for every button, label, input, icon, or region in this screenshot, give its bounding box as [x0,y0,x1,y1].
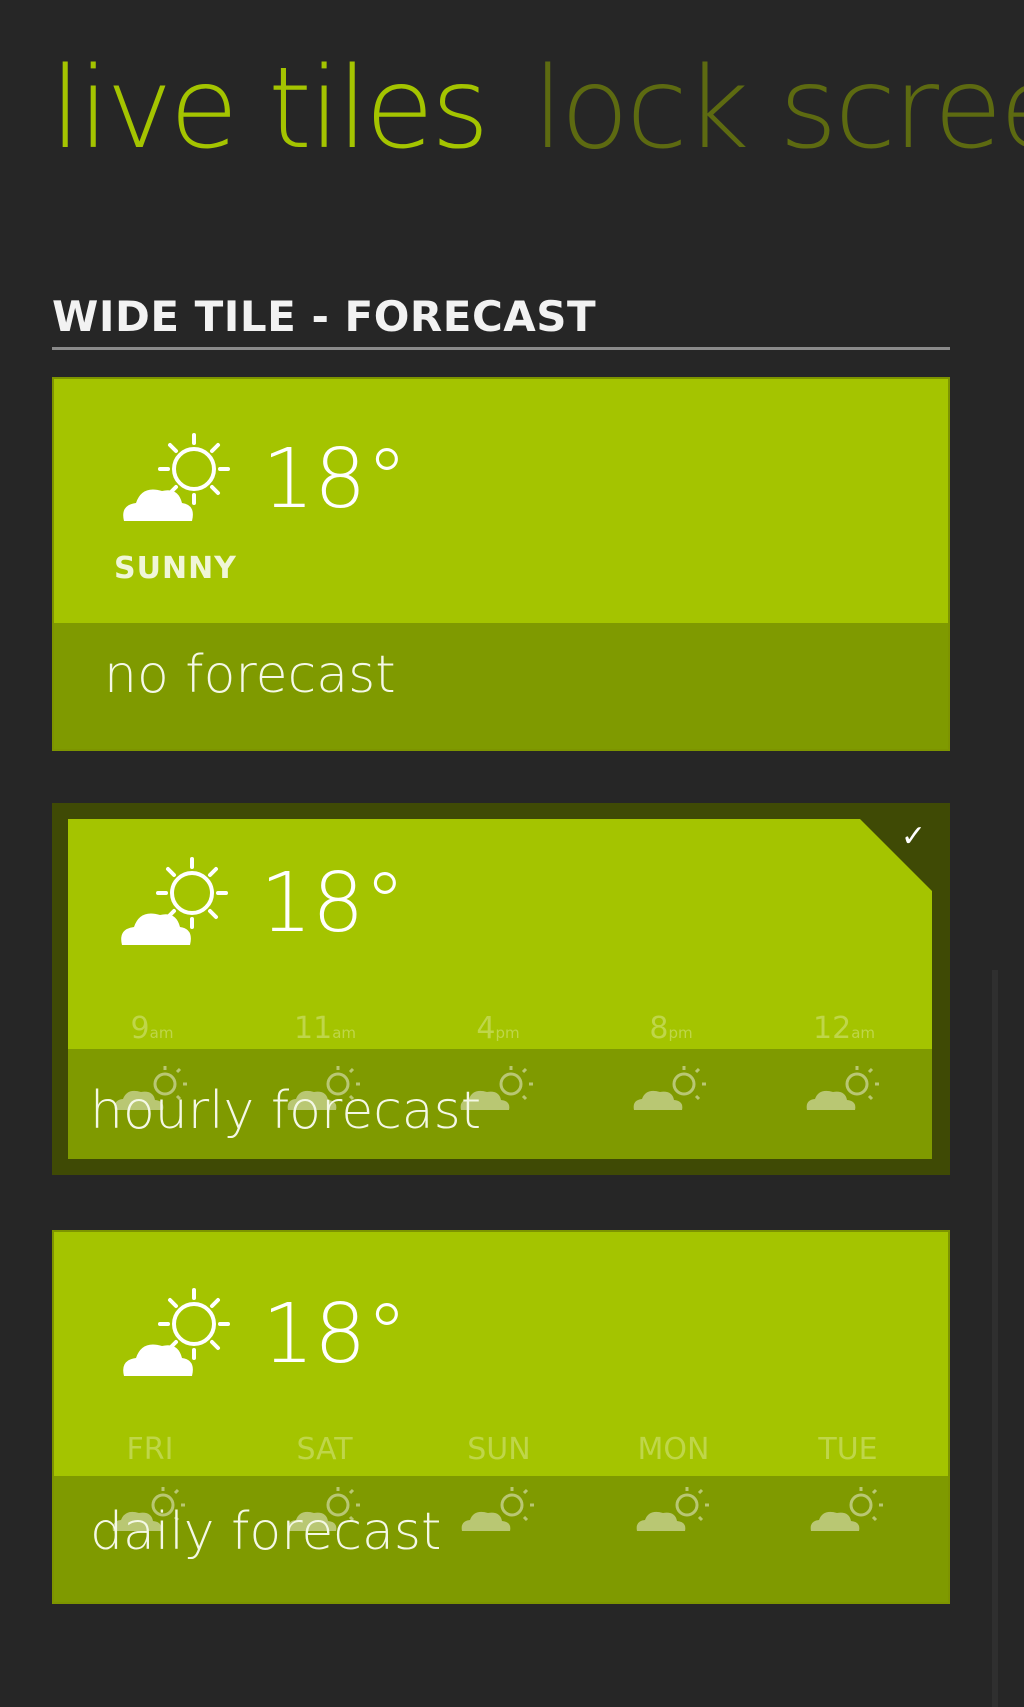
partly-sunny-icon [806,1066,879,1110]
forecast-time-suffix: am [149,1024,174,1042]
temperature: 18° [260,855,406,951]
forecast-time: 9 [130,1011,150,1046]
temperature: 18° [262,431,408,527]
partly-sunny-icon [810,1487,883,1531]
section-title: WIDE TILE - FORECAST [52,292,950,350]
forecast-item: 12am [784,1011,904,1112]
partly-sunny-icon [121,857,228,945]
tile-label: no forecast [104,645,396,705]
forecast-day: SUN [467,1432,531,1467]
tile-no-forecast[interactable]: 18° SUNNY no forecast [52,377,950,751]
pivot-header: live tiles lock screen [50,47,1024,171]
tile-label: hourly forecast [90,1081,482,1141]
tile-label: daily forecast [90,1502,442,1562]
forecast-day: MON [637,1432,710,1467]
app-root: live tiles lock screen WIDE TILE - FORECA… [0,0,1024,1707]
forecast-item: TUE [788,1432,908,1533]
tile-weather-header: 18° [114,1284,407,1384]
tile-option-daily-forecast[interactable]: 18° FRI SAT SUN MON TUE daily forecast [52,1230,950,1604]
temperature: 18° [262,1286,408,1382]
tile-option-hourly-forecast[interactable]: 18° 9am 11am 4pm 8pm 12am hourly forecas… [52,803,950,1175]
partly-sunny-icon [123,1288,230,1376]
forecast-item: SUN [439,1432,559,1533]
forecast-time: 8 [649,1011,669,1046]
partly-sunny-icon [123,433,230,521]
forecast-time-suffix: am [332,1024,356,1042]
forecast-day: TUE [818,1432,878,1467]
tile-hourly-forecast[interactable]: 18° 9am 11am 4pm 8pm 12am hourly forecas… [68,819,932,1159]
weather-condition: SUNNY [114,551,237,586]
tile-option-no-forecast[interactable]: 18° SUNNY no forecast [52,377,950,751]
forecast-time: 4 [476,1011,496,1046]
forecast-item: MON [614,1432,734,1533]
tile-daily-forecast[interactable]: 18° FRI SAT SUN MON TUE daily forecast [52,1230,950,1604]
forecast-time: 11 [294,1011,333,1046]
forecast-time-suffix: pm [668,1024,693,1042]
vertical-scrollbar[interactable] [992,970,998,1707]
partly-sunny-icon [636,1487,709,1531]
forecast-item: 8pm [611,1011,731,1112]
forecast-day: SAT [296,1432,353,1467]
tile-weather-header: 18° [114,429,407,529]
forecast-time-suffix: pm [495,1024,520,1042]
tile-footer-strip: no forecast [54,623,948,749]
forecast-time-suffix: am [851,1024,875,1042]
pivot-item-live-tiles[interactable]: live tiles [50,47,489,171]
tile-weather-header: 18° [112,853,405,953]
forecast-time: 12 [813,1011,852,1046]
checkmark-icon: ✓ [900,819,926,854]
forecast-day: FRI [126,1432,174,1467]
partly-sunny-icon [633,1066,706,1110]
pivot-item-lock-screen[interactable]: lock screen [532,47,1024,171]
partly-sunny-icon [461,1487,534,1531]
